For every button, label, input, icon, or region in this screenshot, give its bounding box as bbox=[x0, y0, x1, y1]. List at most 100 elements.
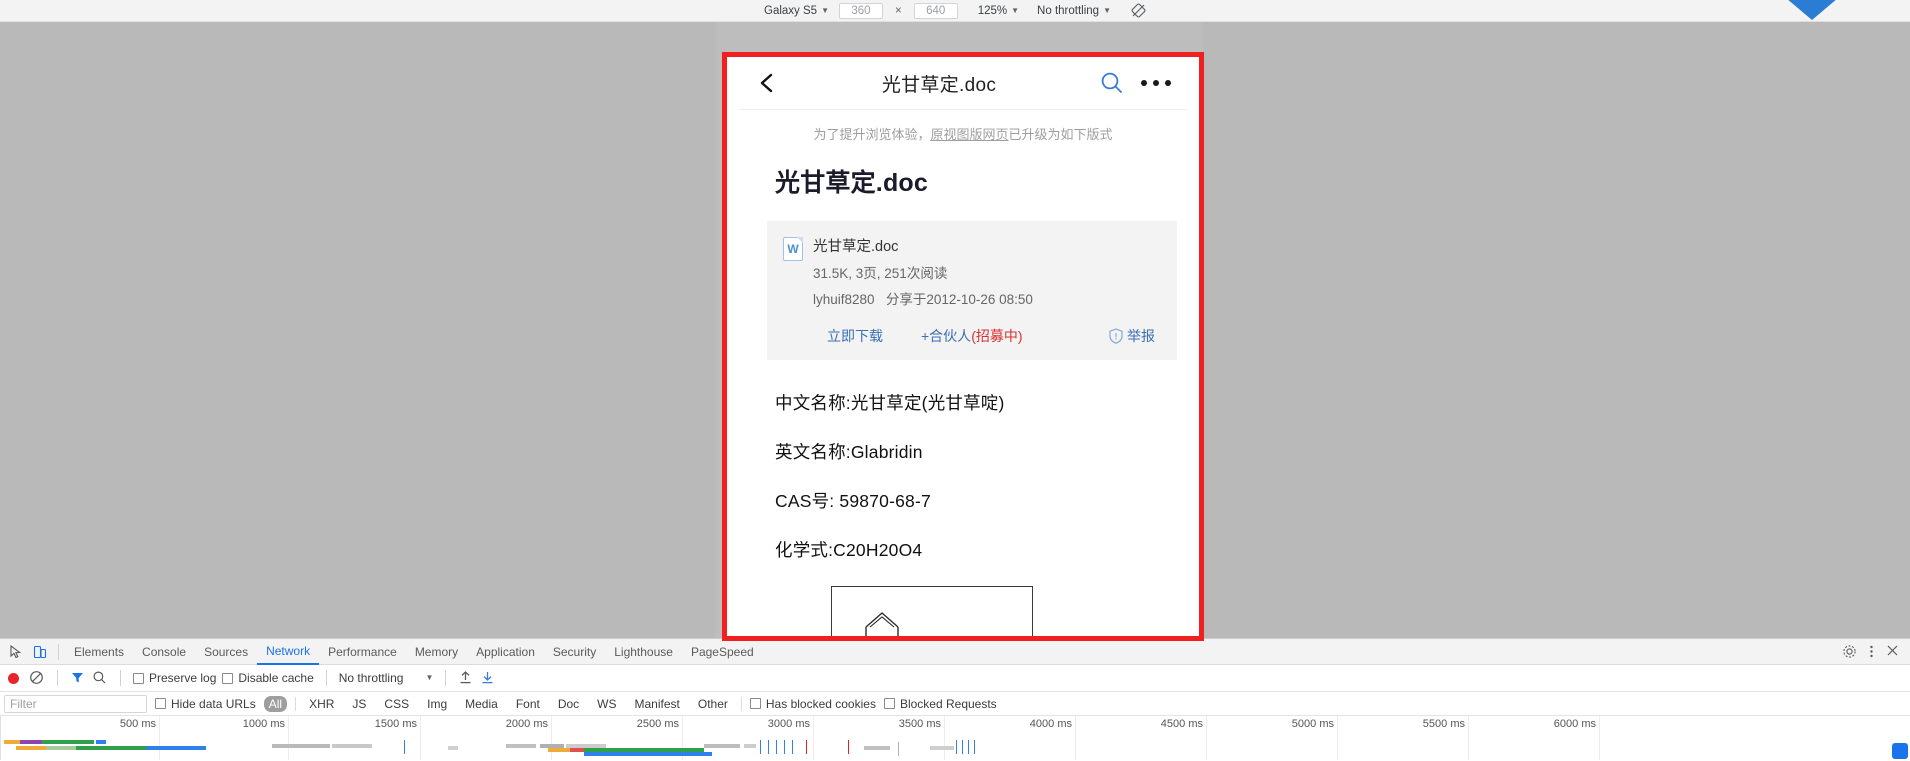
timeline-tick-label: 5000 ms bbox=[1291, 718, 1334, 730]
hide-data-urls-checkbox[interactable]: Hide data URLs bbox=[155, 697, 256, 711]
dot bbox=[1165, 80, 1171, 86]
filter-type-font[interactable]: Font bbox=[511, 696, 545, 712]
divider bbox=[295, 696, 297, 711]
filter-type-manifest[interactable]: Manifest bbox=[630, 696, 685, 712]
close-icon[interactable] bbox=[1886, 644, 1902, 660]
timeline-tick: 1000 ms bbox=[243, 716, 289, 760]
record-button-icon[interactable] bbox=[8, 672, 19, 684]
zoom-level-label: 125% bbox=[977, 4, 1008, 17]
tab-console[interactable]: Console bbox=[133, 639, 195, 665]
partner-button[interactable]: +合伙人(招募中) bbox=[921, 326, 1023, 346]
timeline-request-tick bbox=[768, 740, 769, 754]
shield-report-icon bbox=[1109, 328, 1123, 344]
more-options-icon[interactable] bbox=[1141, 80, 1171, 86]
timeline-request-tick bbox=[974, 740, 975, 754]
doc-line: 英文名称:Glabridin bbox=[775, 442, 923, 462]
timeline-request-tick bbox=[792, 740, 793, 754]
tab-elements[interactable]: Elements bbox=[65, 639, 133, 665]
timeline-request-bar bbox=[332, 744, 372, 748]
tab-lighthouse[interactable]: Lighthouse bbox=[605, 639, 682, 665]
filter-type-media[interactable]: Media bbox=[460, 696, 503, 712]
timeline-tick-label: 3000 ms bbox=[767, 718, 810, 730]
timeline-tick-label: 2500 ms bbox=[636, 718, 679, 730]
timeline-request-tick bbox=[962, 740, 963, 754]
chevron-down-icon: ▼ bbox=[1103, 5, 1111, 15]
viewport-width-input[interactable]: 360 bbox=[838, 2, 883, 19]
doc-line: 中文名称:光甘草定(光甘草啶) bbox=[775, 393, 1005, 413]
tab-network[interactable]: Network bbox=[257, 639, 320, 665]
word-doc-icon: W bbox=[783, 237, 803, 261]
divider bbox=[740, 696, 742, 711]
filter-icon[interactable] bbox=[70, 670, 86, 686]
filter-type-img[interactable]: Img bbox=[422, 696, 452, 712]
timeline-request-tick bbox=[848, 740, 849, 754]
timeline-request-tick bbox=[404, 740, 405, 754]
device-toolbar-icon[interactable] bbox=[28, 640, 52, 664]
mobile-viewport: 光甘草定.doc 为了提升浏览体验，原视图版网页已升级为如下版式 光甘草定.do… bbox=[727, 57, 1199, 636]
page-backdrop-left bbox=[0, 22, 715, 638]
throttling-select[interactable]: No throttling ▼ bbox=[1037, 5, 1111, 17]
preserve-log-checkbox[interactable]: Preserve log bbox=[133, 671, 216, 685]
tab-sources[interactable]: Sources bbox=[195, 639, 257, 665]
export-har-icon[interactable] bbox=[480, 670, 496, 686]
timeline-request-bar bbox=[506, 744, 536, 748]
search-icon[interactable] bbox=[1099, 70, 1125, 96]
rotate-icon[interactable] bbox=[1131, 3, 1146, 18]
back-chevron-icon[interactable] bbox=[755, 71, 779, 95]
timeline-request-tick bbox=[806, 740, 807, 754]
more-vertical-icon[interactable] bbox=[1864, 644, 1880, 660]
network-throttling-select[interactable]: No throttling ▼ bbox=[339, 671, 434, 685]
tab-security[interactable]: Security bbox=[544, 639, 605, 665]
clear-icon[interactable] bbox=[29, 670, 45, 686]
filter-type-xhr[interactable]: XHR bbox=[304, 696, 339, 712]
device-select[interactable]: Galaxy S5 ▼ bbox=[764, 5, 829, 17]
devtools-tabbar: Elements Console Sources Network Perform… bbox=[0, 639, 1910, 665]
doc-line: 化学式:C20H20O4 bbox=[775, 540, 923, 560]
file-owner-line: lyhuif8280 分享于2012-10-26 08:50 bbox=[813, 288, 1161, 308]
import-har-icon[interactable] bbox=[458, 670, 474, 686]
filter-type-css[interactable]: CSS bbox=[379, 696, 414, 712]
timeline-request-bar bbox=[930, 746, 954, 750]
timeline-tick-label: 6000 ms bbox=[1553, 718, 1596, 730]
has-blocked-cookies-checkbox[interactable]: Has blocked cookies bbox=[749, 696, 876, 711]
hide-data-urls-label: Hide data URLs bbox=[171, 696, 256, 711]
tab-application[interactable]: Application bbox=[467, 639, 544, 665]
viewport-height-input[interactable]: 640 bbox=[913, 2, 958, 19]
timeline-tick: 5500 ms bbox=[1423, 716, 1469, 760]
devtools-status-badge[interactable] bbox=[1892, 743, 1908, 759]
tab-performance[interactable]: Performance bbox=[319, 639, 406, 665]
timeline-request-bar bbox=[96, 740, 106, 744]
chemical-structure-figure bbox=[831, 586, 1033, 636]
filter-type-all[interactable]: All bbox=[263, 695, 288, 712]
network-timeline-overview[interactable]: 500 ms 1000 ms 1500 ms 2000 ms 2500 ms 3… bbox=[0, 716, 1910, 760]
search-icon[interactable] bbox=[92, 670, 108, 686]
timeline-tick: 6000 ms bbox=[1554, 716, 1600, 760]
network-filter-bar: Filter Hide data URLs All XHR JS CSS Img… bbox=[0, 692, 1910, 716]
timeline-request-bar bbox=[46, 746, 76, 750]
tab-memory[interactable]: Memory bbox=[406, 639, 467, 665]
inspect-element-icon[interactable] bbox=[4, 640, 28, 664]
filter-type-other[interactable]: Other bbox=[693, 696, 733, 712]
timeline-tick: 3000 ms bbox=[768, 716, 814, 760]
zoom-select[interactable]: 125% ▼ bbox=[978, 5, 1019, 17]
filter-input[interactable]: Filter bbox=[4, 694, 147, 713]
timeline-request-bar bbox=[4, 740, 20, 744]
emulated-page-area: 光甘草定.doc 为了提升浏览体验，原视图版网页已升级为如下版式 光甘草定.do… bbox=[0, 22, 1910, 641]
filter-type-ws[interactable]: WS bbox=[592, 696, 621, 712]
report-label: 举报 bbox=[1127, 328, 1155, 344]
filter-type-doc[interactable]: Doc bbox=[553, 696, 584, 712]
devtools-panel: Elements Console Sources Network Perform… bbox=[0, 638, 1910, 761]
tab-pagespeed[interactable]: PageSpeed bbox=[682, 639, 763, 665]
timeline-axis bbox=[0, 716, 1, 760]
gear-icon[interactable] bbox=[1842, 644, 1858, 660]
disable-cache-checkbox[interactable]: Disable cache bbox=[222, 671, 314, 685]
filter-type-js[interactable]: JS bbox=[347, 696, 371, 712]
upgrade-notice: 为了提升浏览体验，原视图版网页已升级为如下版式 bbox=[739, 110, 1187, 155]
timeline-request-tick bbox=[898, 742, 899, 756]
original-view-link[interactable]: 原视图版网页 bbox=[930, 127, 1008, 142]
report-button[interactable]: 举报 bbox=[1109, 326, 1155, 346]
divider bbox=[58, 643, 59, 660]
download-button[interactable]: 立即下载 bbox=[827, 326, 883, 346]
blocked-requests-checkbox[interactable]: Blocked Requests bbox=[883, 697, 997, 711]
has-blocked-cookies-label: Has blocked cookies bbox=[765, 696, 876, 711]
